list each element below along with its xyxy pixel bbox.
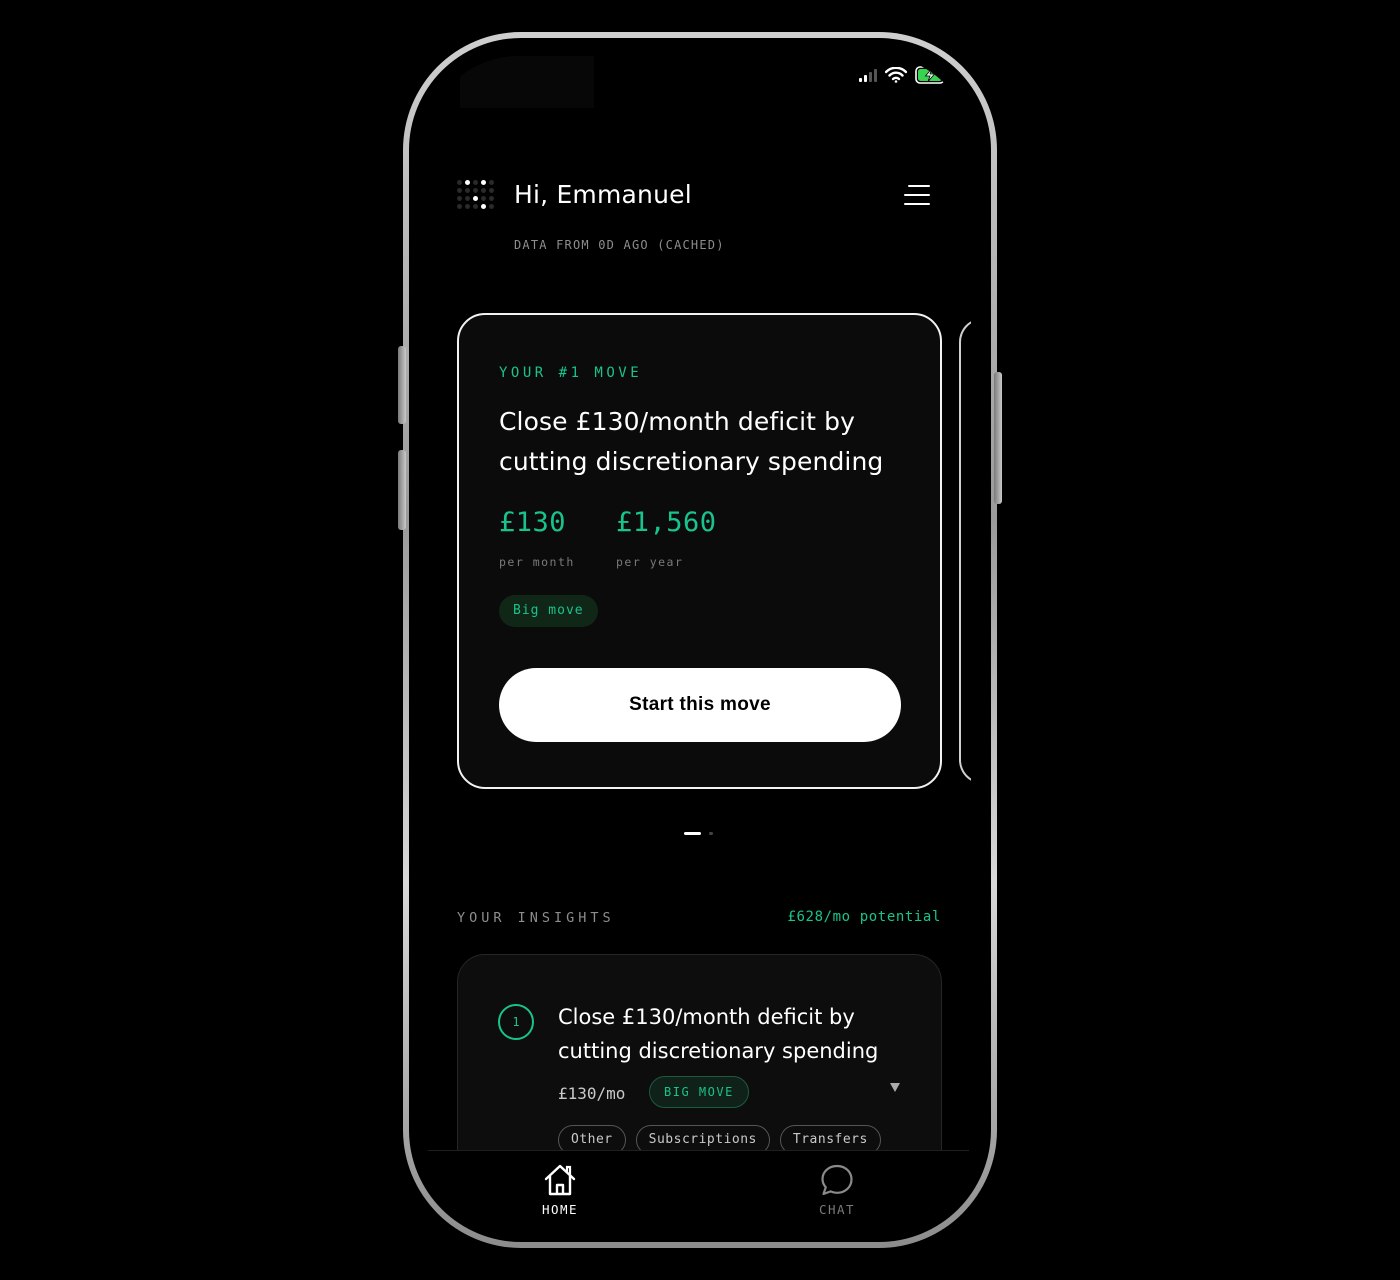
stat-value: £1,560: [616, 507, 717, 538]
greeting-title: Hi, Emmanuel: [514, 180, 692, 209]
insights-section-title: YOUR INSIGHTS: [457, 910, 615, 926]
app-screen: Hi, Emmanuel DATA FROM 0D AGO (CACHED) Y…: [426, 56, 971, 1224]
stat-yearly: £1,560 per year: [616, 507, 717, 569]
camera-notch: [460, 56, 594, 108]
insight-badge: BIG MOVE: [649, 1076, 749, 1108]
insights-potential: £628/mo potential: [787, 909, 941, 925]
stat-label: per year: [616, 555, 684, 569]
cellular-signal-icon: [859, 68, 877, 82]
insight-title: Close £130/month deficit by cutting disc…: [558, 1005, 879, 1063]
stat-monthly: £130 per month: [499, 507, 575, 569]
status-bar: [859, 66, 949, 84]
tab-chat[interactable]: CHAT: [792, 1163, 882, 1217]
home-icon: [544, 1164, 576, 1196]
carousel-pager[interactable]: [684, 832, 713, 835]
tab-home[interactable]: HOME: [515, 1163, 605, 1217]
data-freshness-note: DATA FROM 0D AGO (CACHED): [514, 238, 725, 252]
volume-up-button: [398, 346, 406, 424]
card-title: Close £130/month deficit by cutting disc…: [499, 407, 884, 476]
expand-chevron-icon[interactable]: [890, 1083, 900, 1092]
stat-label: per month: [499, 555, 575, 569]
stat-value: £130: [499, 507, 567, 538]
tab-label: HOME: [541, 1202, 579, 1217]
pager-dot-active[interactable]: [684, 832, 701, 835]
app-header: Hi, Emmanuel: [457, 180, 932, 210]
insight-rank: 1: [498, 1004, 534, 1040]
insight-amount: £130/mo: [558, 1084, 626, 1103]
power-button: [994, 372, 1002, 504]
volume-down-button: [398, 450, 406, 530]
card-kicker: YOUR #1 MOVE: [499, 365, 643, 381]
impact-badge: Big move: [499, 595, 598, 627]
battery-charging-icon: [915, 66, 948, 84]
wifi-icon: [885, 67, 907, 83]
top-move-card[interactable]: YOUR #1 MOVE Close £130/month deficit by…: [457, 313, 942, 789]
start-move-button[interactable]: Start this move: [499, 668, 901, 742]
app-logo-icon: [457, 180, 497, 210]
chat-icon: [821, 1164, 853, 1196]
tab-label: CHAT: [818, 1202, 856, 1217]
pager-dot[interactable]: [709, 832, 713, 835]
hamburger-menu-icon[interactable]: [902, 183, 930, 207]
next-move-card-peek[interactable]: [959, 318, 971, 784]
bottom-tab-bar: HOME CHAT: [426, 1150, 971, 1224]
